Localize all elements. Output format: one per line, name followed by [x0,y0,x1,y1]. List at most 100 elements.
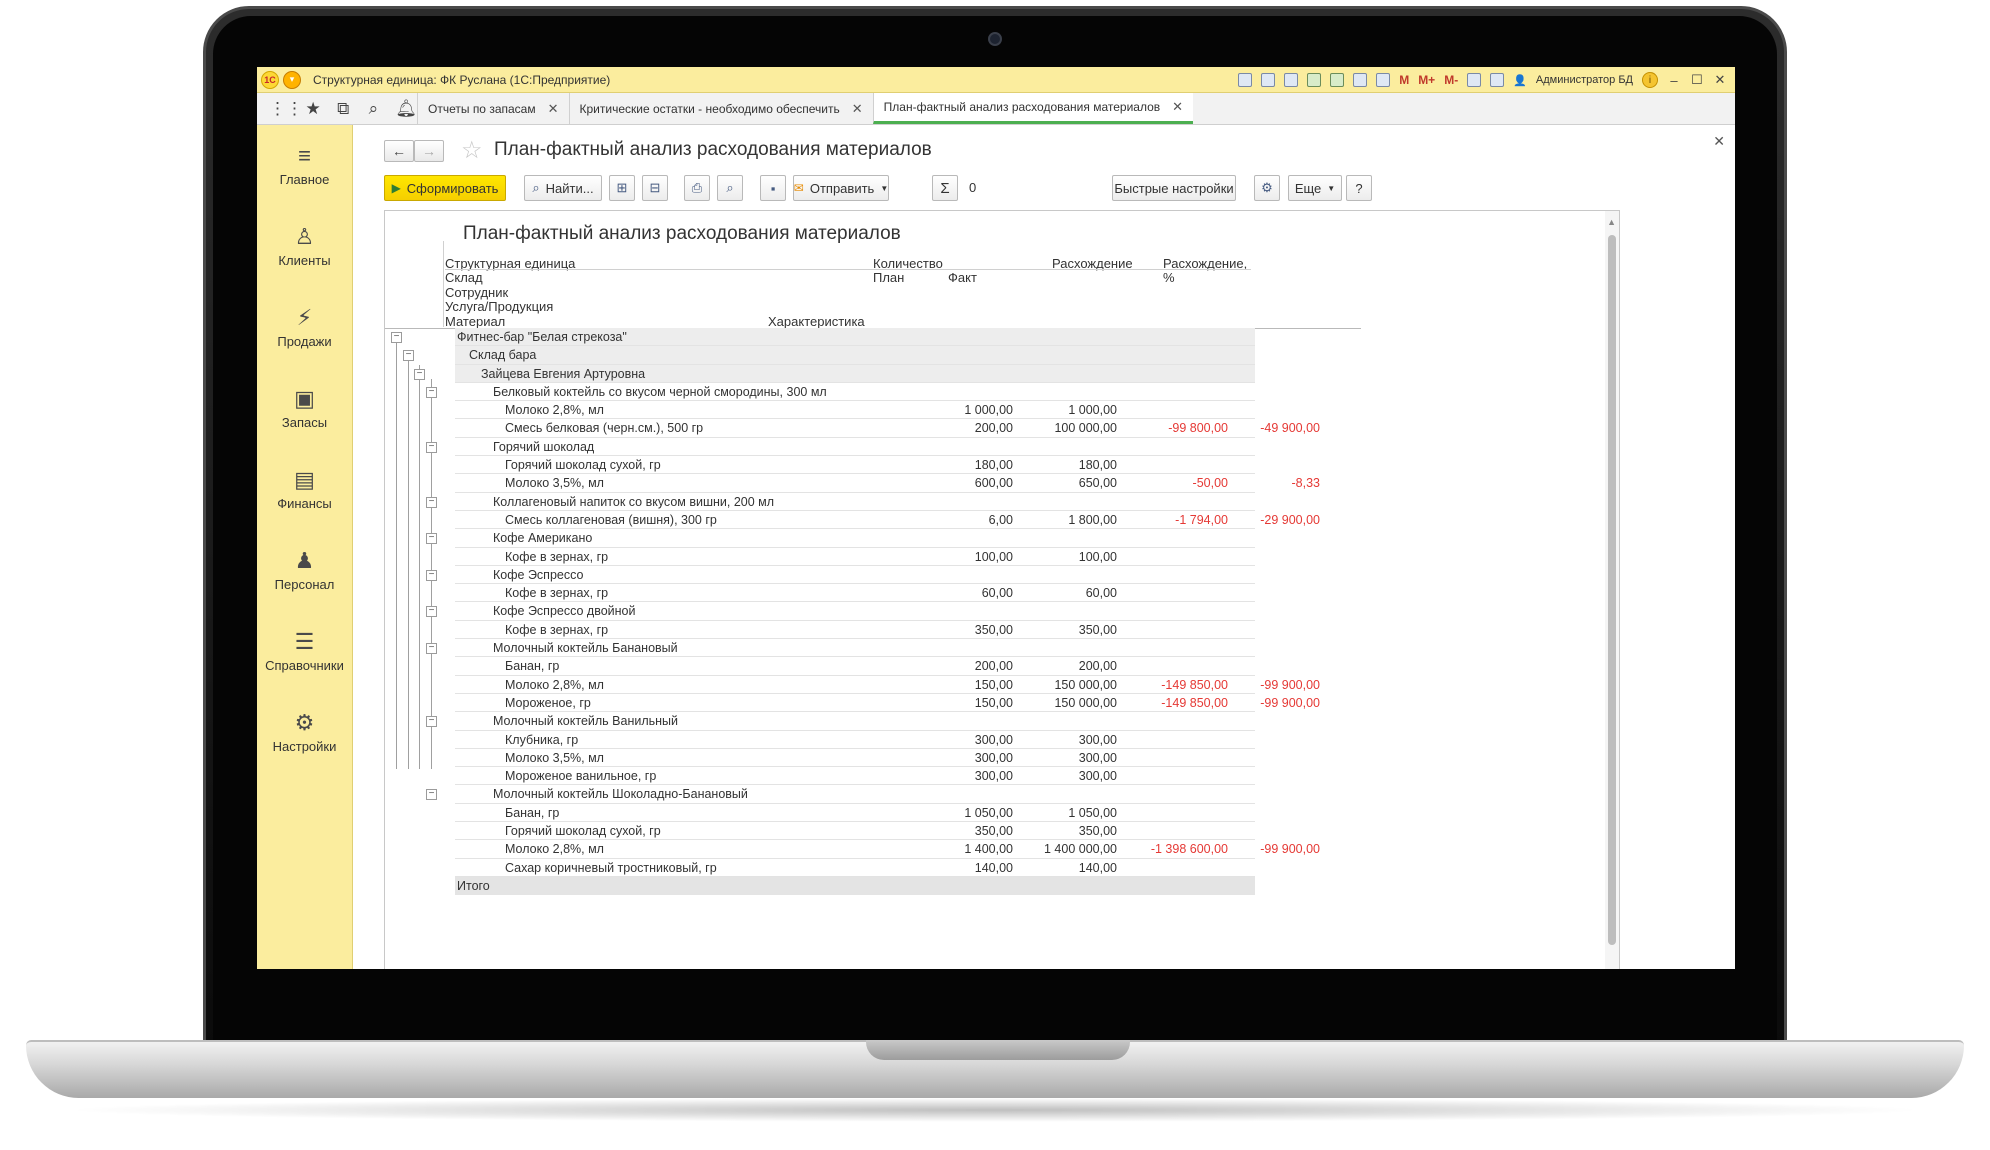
sidebar-item-inventory[interactable]: ▣ Запасы [257,368,352,449]
table-row[interactable]: Банан, гр 1 050,00 1 050,00 [385,804,1607,823]
forward-button[interactable]: → [414,140,444,162]
tab-close-icon[interactable]: ✕ [548,101,559,117]
group-row[interactable]: − Горячий шоколад [385,438,1607,457]
preview-icon[interactable] [1284,73,1299,87]
panel-icon[interactable] [1490,73,1505,87]
back-button[interactable]: ← [384,140,414,162]
info-icon[interactable]: i [1642,72,1658,88]
tab-plan-fact-analysis[interactable]: План-фактный анализ расходования материа… [872,93,1194,124]
tab-close-icon[interactable]: ✕ [852,101,863,117]
save-icon[interactable] [1238,73,1253,87]
collapse-toggle-icon[interactable]: − [426,643,437,655]
table-row[interactable]: Мороженое ванильное, гр 300,00 300,00 [385,767,1607,786]
group-row[interactable]: − Склад бара [385,346,1607,365]
group-row[interactable]: − Молочный коктейль Шоколадно-Банановый [385,785,1607,804]
tab-close-icon[interactable]: ✕ [1172,99,1183,115]
collapse-toggle-icon[interactable]: − [426,606,437,618]
collapse-toggle-icon[interactable]: − [426,386,437,398]
tab-critical-stock[interactable]: Критические остатки - необходимо обеспеч… [568,93,873,124]
table-row[interactable]: Кофе в зернах, гр 100,00 100,00 [385,548,1607,566]
app-logo[interactable]: 1С [261,70,279,89]
calendar-icon[interactable] [1376,73,1391,87]
table-row[interactable]: Сахар коричневый тростниковый, гр 140,00 1… [385,859,1607,877]
apps-grid-icon[interactable]: ⋮⋮ [269,99,303,119]
group-row[interactable]: − Белковый коктейль со вкусом черной смор… [385,383,1607,402]
history-icon[interactable]: ⧉ [335,99,351,119]
sidebar-item-main[interactable]: ≡ Главное [257,125,352,206]
collapse-groups-button[interactable]: ⊟ [642,175,668,201]
sidebar-item-catalogs[interactable]: ☰ Справочники [257,611,352,692]
upload-icon[interactable] [1307,73,1322,87]
print-icon[interactable] [1261,73,1276,87]
download-icon[interactable] [1330,73,1345,87]
report-document[interactable]: ▲ План-фактный анализ расходования матер… [384,210,1620,969]
favorite-star-icon[interactable]: ☆ [461,136,483,165]
memory-plus-button[interactable]: M+ [1418,73,1435,87]
collapse-toggle-icon[interactable]: − [426,496,437,508]
table-row[interactable]: Мороженое, гр 150,00 150 000,00 -149 850,00… [385,694,1607,713]
more-button[interactable]: Еще ▼ [1288,175,1342,201]
vertical-scrollbar[interactable]: ▲ [1605,211,1619,969]
group-row[interactable]: − Кофе Эспрессо [385,566,1607,585]
close-form-icon[interactable]: ✕ [1713,133,1725,150]
send-button[interactable]: ✉ Отправить ▼ [793,175,889,201]
sum-button[interactable]: Σ [932,175,958,201]
group-row[interactable]: − Фитнес-бар "Белая стрекоза" [385,328,1607,347]
total-row[interactable]: Итого [385,876,1607,896]
table-row[interactable]: Молоко 2,8%, мл 150,00 150 000,00 -149 850,… [385,676,1607,694]
table-row[interactable]: Молоко 2,8%, мл 1 400,00 1 400 000,00 -1 39… [385,840,1607,859]
settings-button[interactable]: ⚙ [1254,175,1280,201]
sidebar-item-clients[interactable]: ♙ Клиенты [257,206,352,287]
collapse-toggle-icon[interactable]: − [426,789,437,801]
table-row[interactable]: Смесь коллагеновая (вишня), 300 гр 6,00 1 … [385,511,1607,530]
table-row[interactable]: Смесь белковая (черн.см.), 500 гр 200,00 1… [385,419,1607,438]
favorites-icon[interactable]: ★ [305,99,321,119]
zoom-icon[interactable] [1467,73,1482,87]
collapse-toggle-icon[interactable]: − [426,569,437,581]
table-row[interactable]: Горячий шоколад сухой, гр 180,00 180,00 [385,456,1607,475]
memory-minus-button[interactable]: M- [1444,73,1458,87]
bell-icon[interactable]: 🔔︎ [395,99,417,119]
generate-button[interactable]: ▶ Сформировать [384,175,506,201]
close-window-icon[interactable]: ✕ [1713,72,1727,88]
user-name[interactable]: Администратор БД [1536,74,1633,86]
scroll-up-icon[interactable]: ▲ [1607,217,1616,227]
memory-button[interactable]: M [1399,73,1409,87]
sidebar-item-staff[interactable]: ♟ Персонал [257,530,352,611]
find-button[interactable]: ⌕ Найти... [524,175,602,201]
search-icon[interactable]: ⌕ [365,99,381,119]
table-row[interactable]: Банан, гр 200,00 200,00 [385,657,1607,676]
sidebar-item-settings[interactable]: ⚙ Настройки [257,692,352,773]
collapse-toggle-icon[interactable]: − [426,441,437,453]
tab-stock-reports[interactable]: Отчеты по запасам ✕ [417,93,569,124]
maximize-icon[interactable]: ☐ [1690,72,1704,88]
table-row[interactable]: Горячий шоколад сухой, гр 350,00 350,00 [385,822,1607,841]
save-button[interactable]: ▪ [760,175,786,201]
group-row[interactable]: − Молочный коктейль Ванильный [385,712,1607,731]
group-row[interactable]: − Молочный коктейль Банановый [385,639,1607,658]
collapse-toggle-icon[interactable]: − [403,350,414,362]
minimize-icon[interactable]: – [1667,73,1681,88]
group-row[interactable]: − Коллагеновый напиток со вкусом вишни, 2… [385,493,1607,511]
print-button[interactable]: ⎙ [684,175,710,201]
collapse-toggle-icon[interactable]: − [414,368,425,380]
collapse-toggle-icon[interactable]: − [426,533,437,545]
scrollbar-thumb[interactable] [1608,235,1616,945]
group-row[interactable]: − Кофе Эспрессо двойной [385,602,1607,621]
help-button[interactable]: ? [1346,175,1372,201]
table-row[interactable]: Клубника, гр 300,00 300,00 [385,731,1607,749]
table-row[interactable]: Молоко 3,5%, мл 600,00 650,00 -50,00 -8,33 [385,474,1607,493]
group-row[interactable]: − Зайцева Евгения Артуровна [385,364,1607,383]
sidebar-item-sales[interactable]: ⚡︎ Продажи [257,287,352,368]
sidebar-item-finance[interactable]: ▤ Финансы [257,449,352,530]
collapse-toggle-icon[interactable]: − [391,332,402,343]
spreadsheet-icon[interactable] [1353,73,1368,87]
main-menu-icon[interactable]: ▾ [283,70,301,89]
table-row[interactable]: Кофе в зернах, гр 60,00 60,00 [385,584,1607,603]
group-row[interactable]: − Кофе Американо [385,529,1607,548]
table-row[interactable]: Молоко 2,8%, мл 1 000,00 1 000,00 [385,401,1607,420]
quick-settings-button[interactable]: Быстрые настройки [1112,175,1236,201]
table-row[interactable]: Кофе в зернах, гр 350,00 350,00 [385,621,1607,640]
expand-groups-button[interactable]: ⊞ [609,175,635,201]
table-row[interactable]: Молоко 3,5%, мл 300,00 300,00 [385,749,1607,768]
